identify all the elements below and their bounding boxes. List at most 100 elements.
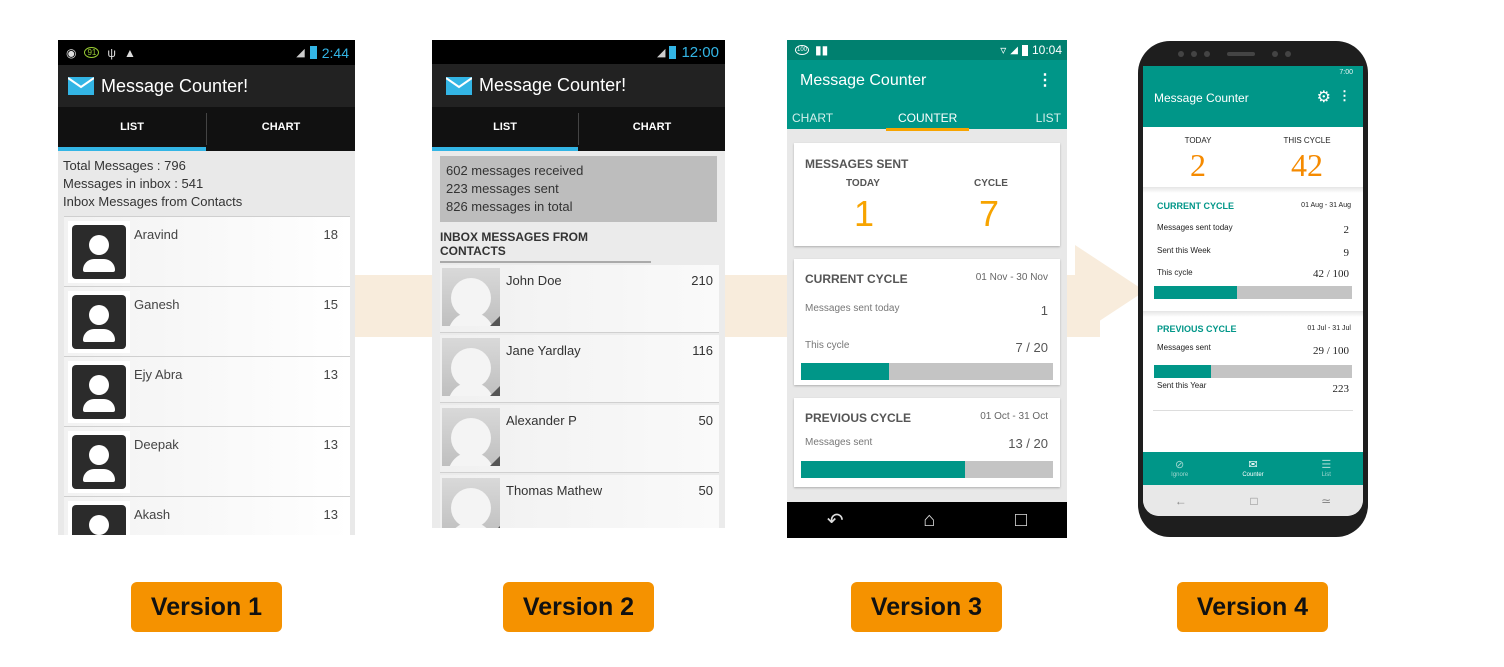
recents-icon[interactable]: ≃ (1321, 494, 1331, 508)
today-value: 2 (1190, 147, 1206, 183)
status-time: 2:44 (321, 44, 349, 61)
contact-name: Aravind (134, 227, 179, 242)
status-time: 12:00 (681, 43, 719, 61)
contact-name: Thomas Mathew (506, 483, 603, 498)
week-label: Sent this Week (1157, 246, 1211, 255)
overflow-menu-icon[interactable]: ⋮ (1338, 88, 1351, 104)
contact-count: 15 (323, 297, 338, 312)
avatar (442, 338, 500, 396)
avatar (68, 361, 130, 423)
battery-icon (669, 45, 677, 59)
list-item[interactable]: Jane Yardlay 116 (440, 335, 719, 403)
contact-count: 50 (698, 483, 713, 498)
avatar (68, 291, 130, 353)
list-item[interactable]: John Doe 210 (440, 265, 719, 333)
cycle-progress-bar (1154, 286, 1352, 299)
summary-contacts: Inbox Messages from Contacts (63, 194, 243, 209)
tab-bar: CHART COUNTER LIST (787, 107, 1067, 131)
block-icon: ⊘ (1175, 459, 1185, 471)
list-item[interactable]: Ejy Abra 13 (64, 356, 350, 426)
back-icon[interactable]: ↶ (827, 508, 844, 533)
today-value: 1 (1040, 303, 1048, 318)
section-title: CURRENT CYCLE (1157, 201, 1235, 211)
signal-icon: ◢ (296, 47, 305, 59)
tab-chart[interactable]: CHART (792, 111, 833, 125)
signal-icon: ◢ (656, 46, 666, 59)
today-value: 2 (1343, 224, 1350, 236)
list-item[interactable]: Ganesh 15 (64, 286, 350, 356)
status-bar: 7:00 (1143, 66, 1363, 79)
summary-sent: 223 messages sent (446, 181, 559, 196)
nav-label: List (1321, 472, 1331, 478)
list-item[interactable]: Thomas Mathew 50 (440, 475, 719, 528)
home-icon[interactable]: ⌂ (923, 509, 935, 532)
cycle-value: 7 / 20 (1015, 340, 1048, 355)
summary-inbox: Messages in inbox : 541 (63, 176, 204, 191)
summary: Total Messages : 796 Messages in inbox :… (58, 151, 355, 211)
screenshot-version-4: 7:00 Message Counter ⚙ ⋮ TODAY 2 THIS CY… (1143, 66, 1363, 516)
avatar (442, 268, 500, 326)
nav-ignore[interactable]: ⊘ Ignore (1143, 452, 1216, 485)
contact-count: 50 (698, 413, 713, 428)
contact-name: Ganesh (134, 297, 180, 312)
tab-counter[interactable]: COUNTER (886, 111, 970, 131)
cycle-label: THIS CYCLE (1283, 136, 1331, 145)
overflow-menu-icon[interactable]: ⋮ (1037, 70, 1053, 90)
today-label: Messages sent today (805, 303, 900, 314)
app-bar: Message Counter ⋮ CHART COUNTER LIST (787, 60, 1067, 131)
wifi-icon: ▿ (1000, 43, 1007, 57)
recents-icon[interactable]: □ (1015, 509, 1027, 532)
contact-name: Ejy Abra (134, 367, 183, 382)
action-bar: Message Counter! (58, 65, 355, 107)
sync-icon: ◉ (66, 45, 77, 60)
sent-label: Messages sent (1157, 343, 1211, 352)
barcode-icon: ▮▮ (815, 43, 829, 57)
nav-list[interactable]: ☰ List (1290, 452, 1363, 485)
list-item[interactable]: Alexander P 50 (440, 405, 719, 473)
progress-fill (1154, 365, 1212, 378)
current-cycle-section: CURRENT CYCLE 01 Aug - 31 Aug Messages s… (1143, 193, 1363, 313)
back-icon[interactable]: ← (1175, 494, 1187, 508)
tab-list[interactable]: LIST (1036, 111, 1061, 125)
status-bar: ◢ 12:00 (432, 40, 725, 64)
week-value: 9 (1343, 247, 1350, 259)
list-item[interactable]: Aravind 18 (64, 216, 350, 286)
today-column: TODAY 2 (1169, 127, 1227, 185)
summary-total: Total Messages : 796 (63, 158, 186, 173)
home-icon[interactable]: □ (1250, 494, 1257, 508)
contact-count: 13 (323, 367, 338, 382)
previous-cycle-card: PREVIOUS CYCLE 01 Oct - 31 Oct Messages … (794, 398, 1060, 487)
tab-chart[interactable]: CHART (579, 107, 725, 151)
avatar (442, 478, 500, 528)
avatar (68, 221, 130, 283)
previous-progress-bar (801, 461, 1053, 478)
progress-fill (801, 461, 965, 478)
android-icon: ▲ (123, 45, 136, 60)
previous-progress-bar (1154, 365, 1352, 378)
battery-icon (309, 46, 317, 59)
list-item[interactable]: Deepak 13 (64, 426, 350, 496)
list-item[interactable]: Akash 13 (64, 496, 350, 535)
envelope-icon (446, 76, 472, 95)
progression-arrow (1075, 245, 1145, 337)
gear-icon[interactable]: ⚙ (1317, 87, 1331, 107)
tab-bar: LIST CHART (432, 107, 725, 151)
section-title: PREVIOUS CYCLE (1157, 324, 1237, 334)
page: ◉ 91 ψ ▲ ◢ 2:44 Message Counter! LIST CH… (0, 0, 1504, 667)
divider (1153, 410, 1353, 411)
battery-icon (1021, 44, 1028, 56)
version-label: Version 2 (503, 582, 654, 632)
year-label: Sent this Year (1157, 381, 1207, 390)
nav-counter[interactable]: ✉ Counter (1216, 452, 1289, 485)
contact-count: 18 (323, 227, 338, 242)
tab-chart[interactable]: CHART (207, 107, 355, 151)
tab-list[interactable]: LIST (432, 107, 578, 151)
contact-count: 116 (692, 343, 713, 358)
tab-list[interactable]: LIST (58, 107, 206, 151)
screenshot-version-1: ◉ 91 ψ ▲ ◢ 2:44 Message Counter! LIST CH… (58, 40, 355, 535)
cycle-column: THIS CYCLE 42 (1275, 127, 1339, 185)
app-title: Message Counter! (101, 75, 249, 96)
summary-counts: TODAY 2 THIS CYCLE 42 (1143, 127, 1363, 195)
section-title: INBOX MESSAGES FROM CONTACTS (440, 230, 651, 263)
contact-name: John Doe (506, 273, 562, 288)
